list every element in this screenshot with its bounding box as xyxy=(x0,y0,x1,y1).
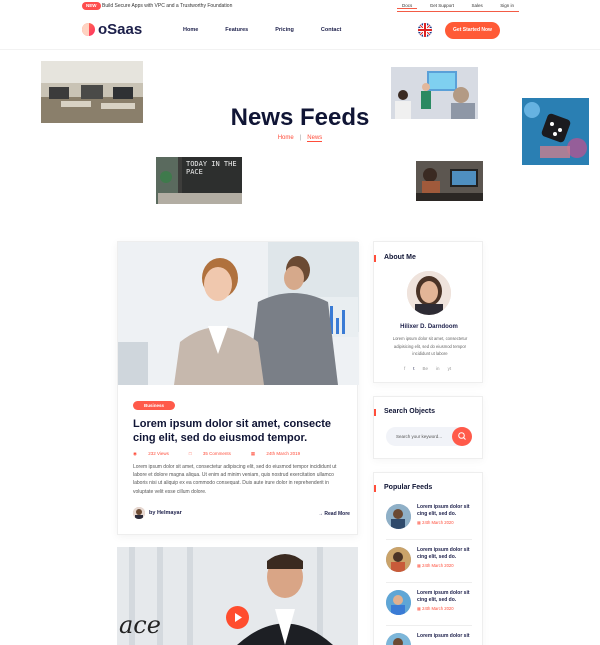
popular-item[interactable]: Lorem ipsum dolor sit cing elit, sed do.… xyxy=(386,547,476,583)
about-title: About Me xyxy=(374,254,416,262)
post-image[interactable] xyxy=(118,242,359,385)
popular-thumb xyxy=(386,504,411,529)
breadcrumb-separator: | xyxy=(299,135,302,141)
popular-item[interactable]: Lorem ipsum dolor sit cing elit, sed do.… xyxy=(386,504,476,540)
docs-link[interactable]: Docs xyxy=(397,3,418,9)
video-post-image[interactable]: ace xyxy=(117,547,358,645)
twitter-icon[interactable]: t xyxy=(413,366,414,371)
about-name: Hilixer D. Darndoom xyxy=(400,324,458,330)
youtube-icon[interactable]: yt xyxy=(448,366,452,371)
top-announcement-bar: NEW Build Secure Apps with VPC and a Tru… xyxy=(0,0,600,12)
popular-item-title: Lorem ipsum dolor sit cing elit, sed do. xyxy=(417,547,470,560)
popular-item-date: ▦ 24th March 2020 xyxy=(417,520,454,525)
announcement-text: Build Secure Apps with VPC and a Trustwo… xyxy=(102,3,233,9)
social-links: f t Be in yt xyxy=(404,366,459,371)
popular-title: Popular Feeds xyxy=(373,484,433,492)
search-icon xyxy=(458,432,466,440)
hero-photo-laptop xyxy=(416,161,483,201)
logo-text: oSaas xyxy=(98,21,143,38)
play-icon xyxy=(235,613,242,622)
popular-item-date: ▦ 24th March 2020 xyxy=(417,606,454,611)
author-name: by Helmayar xyxy=(149,510,182,516)
main-header: oSaas Home Features Pricing Contact Get … xyxy=(0,12,600,50)
facebook-icon[interactable]: f xyxy=(404,366,405,371)
behance-icon[interactable]: Be xyxy=(423,366,429,371)
nav-contact[interactable]: Contact xyxy=(321,27,341,33)
comment-icon: □ xyxy=(188,451,193,456)
search-widget: Search Objects Search your keyword... xyxy=(373,396,483,459)
popular-item[interactable]: Lorem ipsum dolor sit xyxy=(386,633,476,645)
nav-features[interactable]: Features xyxy=(225,27,248,33)
search-title: Search Objects xyxy=(374,408,435,416)
popular-item-date: ▦ 24th March 2020 xyxy=(417,563,454,568)
main-nav: Home Features Pricing Contact xyxy=(183,27,368,33)
top-links: Docs Get Support Sales Sign in xyxy=(397,0,519,12)
search-input[interactable]: Search your keyword... xyxy=(386,427,472,446)
post-date: ▦ 24th March 2019 xyxy=(250,451,301,456)
popular-item[interactable]: Lorem ipsum dolor sit cing elit, sed do.… xyxy=(386,590,476,626)
search-placeholder: Search your keyword... xyxy=(396,434,443,439)
breadcrumb: Home | News xyxy=(0,135,600,142)
comments-count[interactable]: □ 35 Comments xyxy=(189,451,241,457)
post-author[interactable]: by Helmayar xyxy=(133,507,182,519)
hero-photo-caption: TODAY IN THE PACE xyxy=(186,160,237,176)
author-avatar xyxy=(133,507,145,519)
nav-home[interactable]: Home xyxy=(183,27,198,33)
breadcrumb-current: News xyxy=(307,135,323,142)
popular-feeds-widget: Popular Feeds Lorem ipsum dolor sit cing… xyxy=(373,472,483,645)
post-title[interactable]: Lorem ipsum dolor sit amet, consecte cin… xyxy=(133,417,348,445)
logo[interactable]: oSaas xyxy=(82,21,142,38)
about-avatar xyxy=(407,271,451,315)
popular-item-title: Lorem ipsum dolor sit xyxy=(417,633,470,639)
calendar-icon: ▦ xyxy=(250,451,257,456)
page-title: News Feeds xyxy=(230,104,370,131)
linkedin-icon[interactable]: in xyxy=(436,366,440,371)
about-widget: About Me Hilixer D. Darndoom Lorem ipsum… xyxy=(373,241,483,383)
popular-thumb xyxy=(386,633,411,645)
about-text: Lorem ipsum dolor sit amet, consectetur … xyxy=(392,336,468,356)
get-support-link[interactable]: Get Support xyxy=(425,3,459,8)
eye-icon: ◉ xyxy=(133,451,139,456)
hero-photo-workspace: TODAY IN THE PACE xyxy=(156,157,242,204)
nav-pricing[interactable]: Pricing xyxy=(275,27,294,33)
get-started-button[interactable]: Get Started Now xyxy=(445,22,500,39)
read-more-link[interactable]: → Read More xyxy=(318,511,350,517)
sign-in-link[interactable]: Sign in xyxy=(495,3,519,8)
popular-thumb xyxy=(386,590,411,615)
popular-item-title: Lorem ipsum dolor sit cing elit, sed do. xyxy=(417,504,470,517)
post-excerpt: Lorem ipsum dolor sit amet, consectetur … xyxy=(133,464,337,495)
category-badge[interactable]: Business xyxy=(133,401,176,410)
uk-flag-icon[interactable] xyxy=(418,23,432,37)
views-count: ◉ 232 Views xyxy=(133,451,169,456)
new-badge: NEW xyxy=(82,2,101,10)
search-button[interactable] xyxy=(452,427,472,446)
breadcrumb-home[interactable]: Home xyxy=(278,135,294,141)
popular-thumb xyxy=(386,547,411,572)
post-meta: ◉ 232 Views □ 35 Comments ▦ 24th March 2… xyxy=(133,451,320,457)
play-button[interactable] xyxy=(226,606,249,629)
sales-link[interactable]: Sales xyxy=(466,3,487,8)
popular-item-title: Lorem ipsum dolor sit cing elit, sed do. xyxy=(417,590,470,603)
video-post-script-text: ace xyxy=(119,611,161,639)
logo-icon xyxy=(82,21,95,38)
